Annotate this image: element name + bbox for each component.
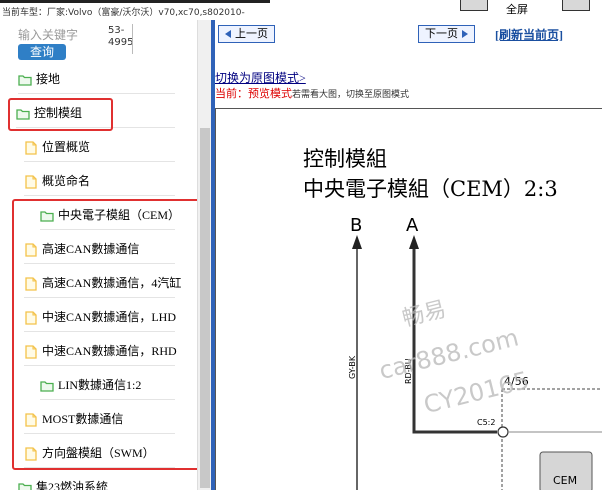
- watermark-line-1: 畅易: [400, 297, 449, 332]
- arrow-a-icon: [409, 235, 419, 249]
- tree-item-label: 方向盤模組（SWM）: [42, 446, 155, 460]
- search-area: 查询 53-4995: [0, 20, 197, 66]
- tree-item-label: 中央電子模組（CEM）: [58, 208, 181, 222]
- document-icon: [25, 311, 37, 325]
- search-button[interactable]: 查询: [18, 44, 66, 60]
- tree-separator: [40, 229, 175, 230]
- tree-separator: [18, 93, 175, 94]
- grid-icon[interactable]: [562, 0, 590, 11]
- cem-module-label: CEM: [553, 474, 577, 487]
- tree-item[interactable]: 位置概览: [24, 132, 175, 162]
- wiring-diagram: 控制模組 中央電子模組（CEM）2:3 B A GY-BK RD-BU 4/56…: [303, 147, 602, 490]
- vin-fragment: 53-4995: [108, 25, 134, 48]
- tree-item[interactable]: 方向盤模組（SWM）: [24, 438, 175, 468]
- tree-item-label: 控制模组: [34, 106, 83, 120]
- current-hint: 若需看大图，切换至原图模式: [292, 89, 410, 99]
- fullscreen-label[interactable]: 全屏: [506, 1, 528, 17]
- window-icon[interactable]: [460, 0, 488, 11]
- tree-separator: [24, 467, 175, 468]
- pin-a-label: A: [406, 215, 419, 236]
- tree-separator: [40, 399, 175, 400]
- tree-scrollbar[interactable]: [197, 20, 212, 490]
- tree-separator: [24, 433, 175, 434]
- next-page-button[interactable]: 下一页: [418, 25, 475, 43]
- tree-item[interactable]: 高速CAN數據通信: [24, 234, 175, 264]
- tree-item[interactable]: 中央電子模組（CEM）: [40, 200, 180, 230]
- refresh-link[interactable]: [刷新当前页]: [495, 26, 563, 43]
- arrow-b-icon: [352, 235, 362, 249]
- tree-item[interactable]: 中速CAN數據通信，RHD: [24, 336, 177, 366]
- tree-item-label: 接地: [36, 72, 61, 86]
- prev-page-label: 上一页: [235, 28, 268, 40]
- page-nav: 上一页 下一页 [刷新当前页]: [215, 20, 602, 48]
- current-mode-line: 当前：预览模式若需看大图，切换至原图模式: [215, 85, 409, 101]
- switch-original-mode-link[interactable]: 切换为原图模式>: [215, 69, 306, 86]
- tree-item[interactable]: 概览命名: [24, 166, 175, 196]
- content-pane: 上一页 下一页 [刷新当前页] 切换为原图模式> 当前：预览模式若需看大图，切换…: [215, 20, 602, 490]
- tree-separator: [24, 263, 175, 264]
- next-page-label: 下一页: [425, 28, 458, 40]
- tree-item-label: 中速CAN數據通信，RHD: [42, 344, 177, 358]
- wire-b-color: GY-BK: [348, 355, 357, 379]
- tree-item-label: 高速CAN數據通信，4汽缸: [42, 276, 182, 290]
- document-icon: [25, 277, 37, 291]
- document-icon: [25, 345, 37, 359]
- tree-pane: 查询 53-4995 接地控制模组位置概览概览命名中央電子模組（CEM） 高速CA…: [0, 20, 197, 490]
- document-icon: [25, 413, 37, 427]
- top-bar: 当前车型：厂家:Volvo（富豪/沃尔沃）v70,xc70,s802010- 全…: [0, 0, 602, 20]
- tree-item[interactable]: 接地: [18, 64, 175, 94]
- tree-item[interactable]: 控制模组: [16, 98, 175, 128]
- document-icon: [25, 175, 37, 189]
- document-icon: [25, 447, 37, 461]
- prev-page-button[interactable]: 上一页: [218, 25, 275, 43]
- current-mode: 预览模式: [248, 88, 292, 100]
- tree-item[interactable]: 集23燃油系統: [18, 472, 108, 490]
- folder-icon: [40, 211, 54, 222]
- document-icon: [25, 243, 37, 257]
- pin-b-label: B: [350, 215, 362, 236]
- folder-icon: [18, 483, 32, 490]
- tree-separator: [24, 297, 175, 298]
- tree-item-label: MOST數據通信: [42, 412, 124, 426]
- next-arrow-icon: [462, 30, 468, 39]
- connector-label: C5:2: [477, 418, 495, 427]
- top-dark-strip: [0, 0, 270, 3]
- tree-item-label: 高速CAN數據通信: [42, 242, 140, 256]
- tree-item-label: LIN數據通信1:2: [58, 378, 142, 392]
- tree-separator: [16, 127, 175, 128]
- tree-item[interactable]: MOST數據通信: [24, 404, 175, 434]
- diagram-title-2: 中央電子模組（CEM）2:3: [303, 177, 558, 201]
- tree-separator: [24, 365, 175, 366]
- open-folder-icon: [16, 109, 30, 120]
- vehicle-info: 当前车型：厂家:Volvo（富豪/沃尔沃）v70,xc70,s802010-: [2, 8, 245, 18]
- tree-separator: [24, 161, 175, 162]
- tree-separator: [24, 331, 175, 332]
- search-input[interactable]: [18, 26, 104, 44]
- tree-item-label: 中速CAN數據通信，LHD: [42, 310, 176, 324]
- divider: [132, 24, 133, 54]
- watermark-line-3: CY20165: [421, 366, 532, 419]
- tree-item-label: 位置概览: [42, 140, 91, 154]
- tree-item-label: 集23燃油系統: [36, 480, 109, 490]
- scrollbar-thumb[interactable]: [200, 128, 210, 488]
- tree-item[interactable]: 高速CAN數據通信，4汽缸: [24, 268, 181, 298]
- document-icon: [25, 141, 37, 155]
- diagram-title-1: 控制模組: [303, 147, 387, 171]
- tree-item-label: 概览命名: [42, 174, 91, 188]
- folder-icon: [40, 381, 54, 392]
- connector-pin: [497, 426, 509, 438]
- current-prefix: 当前：: [215, 88, 248, 100]
- tree-item[interactable]: 中速CAN數據通信，LHD: [24, 302, 176, 332]
- tree-item[interactable]: LIN數據通信1:2: [40, 370, 175, 400]
- watermark: 畅易 car888.com CY20165: [376, 297, 532, 419]
- prev-arrow-icon: [225, 30, 231, 39]
- tree-separator: [24, 195, 175, 196]
- folder-icon: [18, 75, 32, 86]
